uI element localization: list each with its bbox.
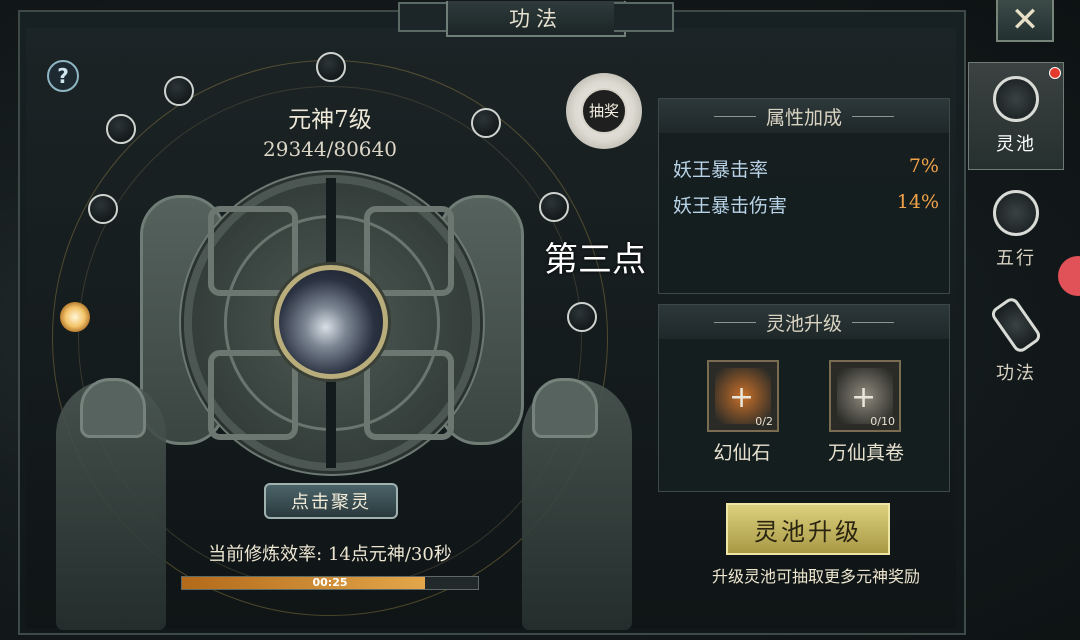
- close-button[interactable]: ✕: [996, 0, 1054, 42]
- material-slot-wanxianzhenjuan[interactable]: + 0/10: [829, 360, 901, 432]
- dragon-pattern: [364, 206, 454, 296]
- draw-lottery-button[interactable]: 抽奖: [566, 73, 642, 149]
- title-deco-right: [614, 2, 674, 32]
- spirit-bubble[interactable]: [567, 302, 597, 332]
- spirit-bubble[interactable]: [316, 52, 346, 82]
- attribute-row: 妖王暴击率 7%: [673, 155, 939, 182]
- help-button[interactable]: ?: [47, 60, 79, 92]
- material-name: 幻仙石: [713, 442, 771, 464]
- realm-exp: 29344/80640: [263, 137, 397, 161]
- upgrade-panel-header: 灵池升级: [659, 305, 949, 339]
- spirit-bubble[interactable]: [471, 108, 501, 138]
- cultivation-progress-bar: 00:25: [181, 576, 479, 590]
- upgrade-hint: 升级灵池可抽取更多元神奖励: [711, 567, 920, 586]
- notification-dot: [1049, 67, 1061, 79]
- pool-upgrade-button[interactable]: 灵池升级: [726, 503, 890, 555]
- dragon-statue-head-right: [532, 378, 598, 438]
- tab-label: 五行: [996, 248, 1036, 269]
- tab-five-elements[interactable]: 五行: [968, 176, 1064, 284]
- gather-spirit-button[interactable]: 点击聚灵: [264, 483, 398, 519]
- help-icon: ?: [57, 64, 69, 88]
- progress-timer: 00:25: [312, 576, 348, 589]
- spirit-bubble[interactable]: [164, 76, 194, 106]
- spirit-orb-glowing[interactable]: [60, 302, 90, 332]
- dragon-pattern: [364, 350, 454, 440]
- attribute-value: 7%: [908, 155, 939, 177]
- page-title: 功法: [446, 1, 626, 37]
- tab-label: 灵池: [996, 134, 1036, 155]
- plus-icon: +: [729, 380, 755, 415]
- header-divider: [852, 115, 894, 117]
- spirit-bubble[interactable]: [106, 114, 136, 144]
- close-x-icon: ✕: [1010, 0, 1040, 40]
- tab-skills[interactable]: 功法: [968, 288, 1064, 396]
- title-tab: 功法: [398, 0, 674, 38]
- dragon-statue-head-left: [80, 378, 146, 438]
- overlay-annotation: 第三点: [544, 240, 646, 280]
- spirit-bubble[interactable]: [88, 194, 118, 224]
- draw-lottery-label: 抽奖: [581, 88, 627, 134]
- spirit-pool-icon: [993, 76, 1039, 122]
- dragon-pattern: [208, 206, 298, 296]
- cultivation-rate: 当前修炼效率: 14点元神/30秒: [208, 544, 452, 565]
- tab-label: 功法: [996, 363, 1036, 384]
- material-count: 0/10: [870, 415, 895, 428]
- spirit-bubble[interactable]: [539, 192, 569, 222]
- tab-spirit-pool[interactable]: 灵池: [968, 62, 1064, 170]
- plus-icon: +: [851, 380, 877, 415]
- five-elements-icon: [993, 190, 1039, 236]
- material-slot-huanxianshi[interactable]: + 0/2: [707, 360, 779, 432]
- upgrade-panel-title: 灵池升级: [765, 312, 842, 335]
- header-divider: [713, 115, 756, 117]
- material-count: 0/2: [755, 415, 773, 428]
- material-name: 万仙真卷: [827, 442, 904, 464]
- attribute-panel: 属性加成 妖王暴击率 7% 妖王暴击伤害 14%: [658, 98, 950, 294]
- attribute-panel-header: 属性加成: [659, 99, 949, 133]
- attribute-panel-title: 属性加成: [765, 106, 842, 129]
- header-divider: [713, 321, 756, 323]
- scroll-icon: [988, 295, 1044, 355]
- dragon-pattern: [208, 350, 298, 440]
- attribute-row: 妖王暴击伤害 14%: [673, 191, 939, 218]
- attribute-value: 14%: [896, 191, 939, 213]
- header-divider: [852, 321, 894, 323]
- attribute-name: 妖王暴击伤害: [673, 195, 788, 217]
- attribute-name: 妖王暴击率: [673, 159, 769, 181]
- realm-level: 元神7级: [288, 107, 372, 133]
- central-orb[interactable]: [274, 265, 388, 379]
